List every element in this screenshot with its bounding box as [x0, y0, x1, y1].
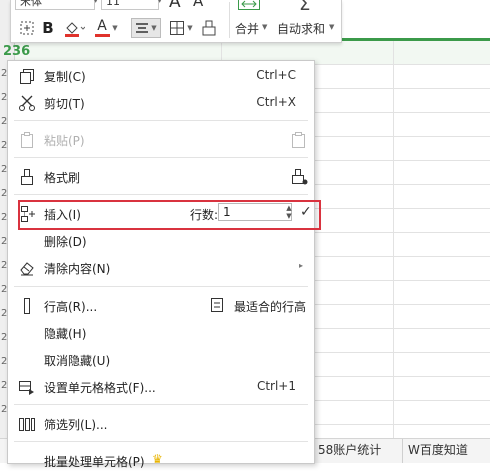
menu-separator — [14, 286, 308, 287]
menu-item-delete[interactable]: 删除(D) — [8, 228, 314, 254]
menu-shortcut: Ctrl+X — [256, 95, 296, 109]
eraser-icon — [18, 259, 36, 277]
menu-item-label: 复制(C) — [44, 70, 86, 84]
paste-special-icon — [291, 131, 307, 152]
menu-item-copy[interactable]: 复制(C) Ctrl+C — [8, 63, 314, 89]
brush-icon — [18, 168, 36, 186]
active-row-number: 236 — [3, 44, 31, 59]
paste-icon — [18, 131, 36, 149]
menu-item-label: 清除内容(N) — [44, 262, 111, 276]
font-size-select[interactable]: 11 — [101, 0, 159, 10]
font-color-button[interactable]: A ▼ — [93, 18, 119, 38]
menu-item-label: 格式刷 — [44, 171, 81, 185]
menu-item-unhide[interactable]: 取消隐藏(U) — [8, 347, 314, 373]
context-menu: 复制(C) Ctrl+C 剪切(T) Ctrl+X 粘贴(P) 格式刷 插入(I… — [7, 60, 321, 469]
format-cells-icon — [18, 378, 36, 396]
submenu-arrow-icon: ▸ — [299, 261, 304, 270]
menu-item-label: 筛选列(L)... — [44, 418, 108, 432]
autosum-button[interactable]: 自动求和 — [277, 20, 325, 37]
crown-icon: ♛ — [152, 452, 163, 466]
copy-icon — [18, 67, 36, 85]
menu-item-filter-column[interactable]: 筛选列(L)... — [8, 411, 314, 437]
font-name-select[interactable]: 宋体 — [15, 0, 95, 10]
insert-highlight-box — [18, 200, 321, 230]
menu-item-format-painter[interactable]: 格式刷 — [8, 164, 314, 190]
sigma-icon[interactable]: Σ — [299, 0, 310, 15]
mini-toolbar: 宋体 ▼ 11 ▼ A A B A ▼ ▼ ▼ 合并 ▼ Σ 自动求和 ▼ — [10, 0, 342, 43]
brush-badge-icon — [290, 168, 308, 189]
menu-separator — [14, 194, 308, 195]
menu-item-label: 剪切(T) — [44, 97, 85, 111]
menu-item-label: 行高(R)... — [44, 300, 98, 314]
chevron-down-icon: ▼ — [151, 24, 157, 32]
menu-separator — [14, 157, 308, 158]
font-color-swatch — [95, 34, 111, 37]
sheet-tab-58[interactable]: 58账户统计 — [312, 439, 403, 463]
menu-item-label: 粘贴(P) — [44, 134, 85, 148]
menu-shortcut: Ctrl+1 — [256, 379, 296, 393]
menu-item-hide[interactable]: 隐藏(H) — [8, 320, 314, 346]
sheet-tab-baidu[interactable]: W百度知道 — [402, 439, 490, 463]
fill-color-swatch — [65, 34, 79, 37]
menu-item-batch-process[interactable]: 批量处理单元格(P) ♛ — [8, 448, 314, 474]
chevron-down-icon[interactable]: ▼ — [157, 0, 162, 4]
menu-item-row-height[interactable]: 行高(R)... 最适合的行高 — [8, 293, 314, 319]
menu-item-label: 取消隐藏(U) — [44, 354, 111, 368]
chevron-down-icon[interactable]: ▼ — [262, 23, 267, 31]
menu-item-label: 隐藏(H) — [44, 327, 87, 341]
best-fit-row-height-link[interactable]: 最适合的行高 — [234, 298, 306, 315]
merge-button[interactable]: 合并 — [235, 20, 259, 37]
menu-item-cut[interactable]: 剪切(T) Ctrl+X — [8, 90, 314, 116]
menu-separator — [14, 404, 308, 405]
format-painter-icon[interactable] — [199, 18, 219, 38]
chevron-down-icon: ▼ — [112, 24, 118, 32]
chevron-down-icon[interactable]: ▼ — [329, 23, 334, 31]
fit-row-icon — [210, 297, 224, 316]
menu-shortcut: Ctrl+C — [256, 68, 296, 82]
bold-button[interactable]: B — [39, 18, 57, 38]
grow-font-icon[interactable]: A — [169, 0, 181, 12]
row-height-icon — [18, 297, 36, 315]
menu-separator — [14, 441, 308, 442]
wrap-text-icon[interactable] — [17, 18, 37, 38]
chevron-down-icon: ▼ — [187, 24, 193, 32]
chevron-down-icon[interactable]: ▼ — [93, 0, 98, 4]
grid-column-line — [393, 40, 394, 440]
menu-item-paste: 粘贴(P) — [8, 127, 314, 153]
align-center-button[interactable]: ▼ — [131, 18, 161, 38]
menu-item-label: 设置单元格格式(F)... — [44, 381, 156, 395]
filter-columns-icon — [18, 415, 36, 433]
fill-color-button[interactable] — [61, 18, 87, 38]
menu-separator — [14, 120, 308, 121]
merge-cells-icon[interactable] — [237, 0, 261, 14]
menu-item-format-cells[interactable]: 设置单元格格式(F)... Ctrl+1 — [8, 374, 314, 400]
toolbar-divider — [229, 2, 230, 38]
scissors-icon — [18, 94, 36, 112]
menu-item-clear-contents[interactable]: 清除内容(N) ▸ — [8, 255, 314, 281]
menu-item-label: 删除(D) — [44, 235, 87, 249]
borders-button[interactable]: ▼ — [167, 18, 195, 38]
shrink-font-icon[interactable]: A — [193, 0, 203, 10]
